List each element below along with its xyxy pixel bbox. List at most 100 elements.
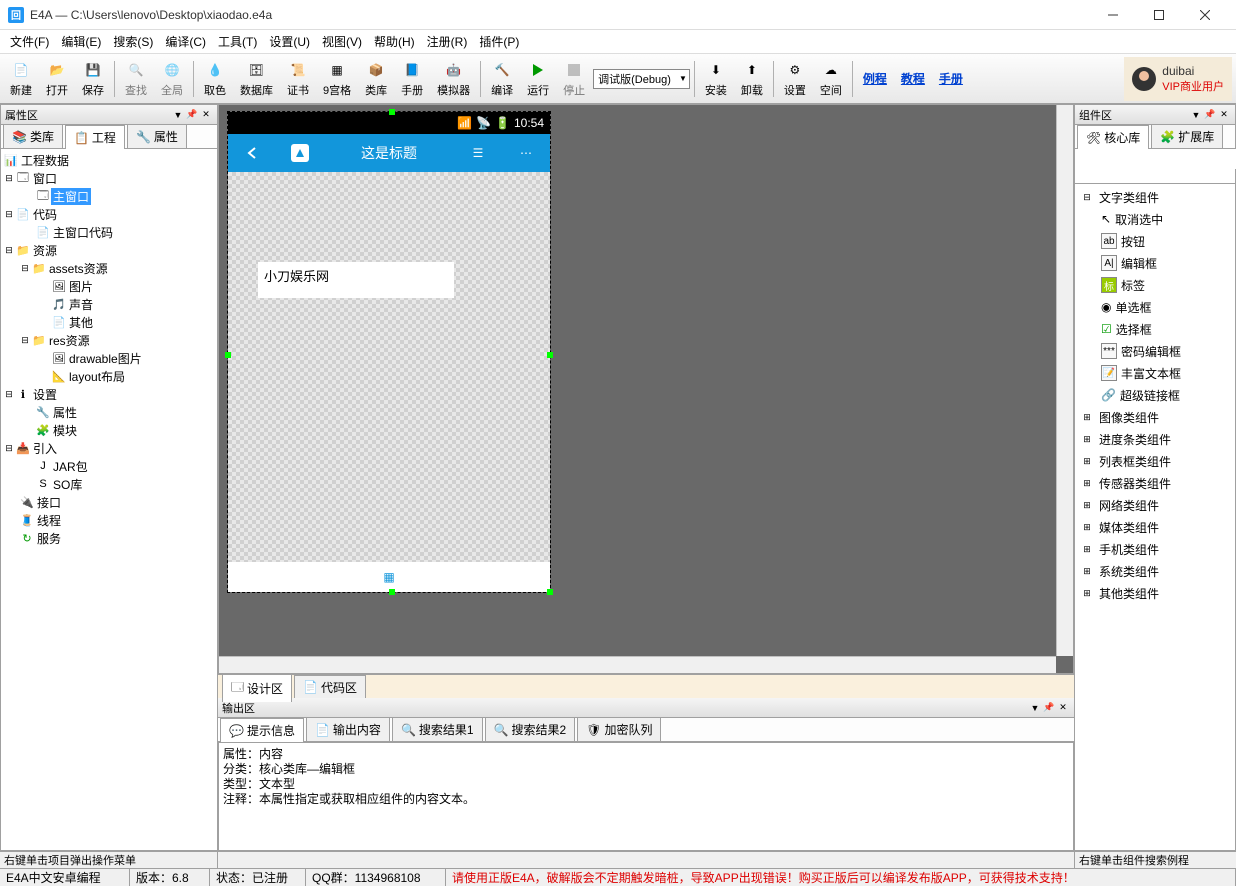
- user-box[interactable]: duibai VIP商业用户: [1124, 57, 1232, 101]
- comp-password[interactable]: ***密码编辑框: [1077, 340, 1233, 362]
- comp-button[interactable]: ab按钮: [1077, 230, 1233, 252]
- tab-search2[interactable]: 🔍搜索结果2: [485, 717, 576, 741]
- compile-button[interactable]: 🔨编译: [485, 57, 519, 101]
- project-tree[interactable]: 📊工程数据 ⊟🗔窗口 🗔主窗口 ⊟📄代码 📄主窗口代码 ⊟📁资源 ⊟📁asset…: [1, 149, 217, 850]
- output-line: 属性：内容: [223, 747, 1069, 762]
- comp-radio[interactable]: ◉单选框: [1077, 296, 1233, 318]
- menu-help[interactable]: 帮助(H): [368, 31, 421, 52]
- classlib-button[interactable]: 📦类库: [359, 57, 393, 101]
- tab-hint[interactable]: 💬提示信息: [220, 718, 304, 742]
- richtext-icon: 📝: [1101, 365, 1117, 381]
- phone-preview[interactable]: 📶 📡 🔋 10:54 这是标题 ☰ ⋯ 小刀娱乐网 ▦: [227, 111, 551, 593]
- tutorial-link[interactable]: 教程: [895, 70, 931, 87]
- pin-icon[interactable]: 📌: [185, 108, 199, 122]
- run-button[interactable]: 运行: [521, 57, 555, 101]
- output-body[interactable]: 属性：内容 分类：核心类库—编辑框 类型：文本型 注释：本属性指定或获取相应组件…: [218, 742, 1074, 851]
- close-icon[interactable]: ✕: [1056, 701, 1070, 715]
- comp-checkbox[interactable]: ☑选择框: [1077, 318, 1233, 340]
- comp-label[interactable]: 标标签: [1077, 274, 1233, 296]
- space-button[interactable]: ☁空间: [814, 57, 848, 101]
- tab-code[interactable]: 📄代码区: [294, 675, 366, 699]
- list-icon[interactable]: ☰: [454, 134, 502, 172]
- close-button[interactable]: [1182, 0, 1228, 30]
- ninegrid-button[interactable]: ▦9宫格: [317, 57, 357, 101]
- close-icon[interactable]: ✕: [1217, 108, 1231, 122]
- tab-output[interactable]: 📄输出内容: [306, 717, 390, 741]
- button-icon: ab: [1101, 233, 1117, 249]
- menu-tools[interactable]: 工具(T): [212, 31, 263, 52]
- find-button[interactable]: 🔍查找: [119, 57, 153, 101]
- scrollbar-vertical[interactable]: [1056, 105, 1073, 656]
- comp-deselect[interactable]: ↖取消选中: [1077, 208, 1233, 230]
- install-button[interactable]: ⬇安装: [699, 57, 733, 101]
- menu-edit[interactable]: 编辑(E): [55, 31, 107, 52]
- logo-icon[interactable]: [276, 134, 324, 172]
- left-panel-title: 属性区: [5, 107, 171, 123]
- app-icon: 回: [8, 7, 24, 23]
- dropdown-icon[interactable]: ▼: [171, 108, 185, 122]
- stop-button[interactable]: 停止: [557, 57, 591, 101]
- menu-register[interactable]: 注册(R): [421, 31, 474, 52]
- dropdown-icon[interactable]: ▼: [1189, 108, 1203, 122]
- tree-main-window[interactable]: 主窗口: [51, 188, 91, 205]
- grid-icon: ▦: [327, 60, 347, 80]
- left-panel: 属性区 ▼ 📌 ✕ 📚类库 📋工程 🔧属性 📊工程数据 ⊟🗔窗口 🗔主窗口 ⊟📄…: [0, 104, 218, 851]
- findall-button[interactable]: 🌐全局: [155, 57, 189, 101]
- database-button[interactable]: 🗄数据库: [234, 57, 279, 101]
- menu-plugin[interactable]: 插件(P): [473, 31, 525, 52]
- label-icon: 标: [1101, 277, 1117, 293]
- battery-icon: 🔋: [495, 116, 510, 130]
- comp-richtext[interactable]: 📝丰富文本框: [1077, 362, 1233, 384]
- dropdown-icon[interactable]: ▼: [1028, 701, 1042, 715]
- search-icon: 🔍: [126, 60, 146, 80]
- check-icon: ☑: [1101, 322, 1112, 336]
- menu-file[interactable]: 文件(F): [4, 31, 55, 52]
- apps-icon[interactable]: ▦: [383, 570, 394, 584]
- colorpicker-button[interactable]: 💧取色: [198, 57, 232, 101]
- emulator-button[interactable]: 🤖模拟器: [431, 57, 476, 101]
- user-name: duibai: [1162, 64, 1224, 78]
- design-canvas[interactable]: 📶 📡 🔋 10:54 这是标题 ☰ ⋯ 小刀娱乐网 ▦: [218, 104, 1074, 674]
- tab-properties[interactable]: 🔧属性: [127, 124, 187, 148]
- tab-project[interactable]: 📋工程: [65, 125, 125, 149]
- tab-search1[interactable]: 🔍搜索结果1: [392, 717, 483, 741]
- globe-icon: 🌐: [162, 60, 182, 80]
- save-button[interactable]: 💾保存: [76, 57, 110, 101]
- editbox-component[interactable]: 小刀娱乐网: [258, 262, 454, 298]
- component-list[interactable]: ⊟文字类组件 ↖取消选中 ab按钮 A|编辑框 标标签 ◉单选框 ☑选择框 **…: [1075, 184, 1235, 850]
- new-button[interactable]: 📄新建: [4, 57, 38, 101]
- open-button[interactable]: 📂打开: [40, 57, 74, 101]
- cert-button[interactable]: 📜证书: [281, 57, 315, 101]
- status-qq: QQ群：1134968108: [306, 869, 446, 886]
- tab-encrypt[interactable]: 🛡加密队列: [577, 717, 661, 741]
- back-icon[interactable]: [228, 134, 276, 172]
- comp-editbox[interactable]: A|编辑框: [1077, 252, 1233, 274]
- tab-classlib[interactable]: 📚类库: [3, 124, 63, 148]
- scrollbar-horizontal[interactable]: [219, 656, 1056, 673]
- maximize-button[interactable]: [1136, 0, 1182, 30]
- build-type-dropdown[interactable]: 调试版(Debug): [593, 69, 690, 89]
- new-icon: 📄: [11, 60, 31, 80]
- settings-button[interactable]: ⚙设置: [778, 57, 812, 101]
- minimize-button[interactable]: [1090, 0, 1136, 30]
- right-panel-title: 组件区: [1079, 107, 1189, 123]
- menu-settings[interactable]: 设置(U): [263, 31, 316, 52]
- tab-design[interactable]: 🗔设计区: [222, 674, 292, 702]
- menu-compile[interactable]: 编译(C): [159, 31, 212, 52]
- tab-extlib[interactable]: 🧩扩展库: [1151, 124, 1223, 148]
- menu-view[interactable]: 视图(V): [316, 31, 368, 52]
- component-search-input[interactable]: [1075, 149, 1236, 169]
- tab-corelib[interactable]: 🛠核心库: [1077, 125, 1149, 149]
- pin-icon[interactable]: 📌: [1203, 108, 1217, 122]
- more-icon[interactable]: ⋯: [502, 134, 550, 172]
- manual-link[interactable]: 手册: [933, 70, 969, 87]
- comp-hyperlink[interactable]: 🔗超级链接框: [1077, 384, 1233, 406]
- examples-link[interactable]: 例程: [857, 70, 893, 87]
- pin-icon[interactable]: 📌: [1042, 701, 1056, 715]
- close-icon[interactable]: ✕: [199, 108, 213, 122]
- cursor-icon: ↖: [1101, 212, 1111, 226]
- menu-search[interactable]: 搜索(S): [107, 31, 159, 52]
- manual-button[interactable]: 📘手册: [395, 57, 429, 101]
- toolbar: 📄新建 📂打开 💾保存 🔍查找 🌐全局 💧取色 🗄数据库 📜证书 ▦9宫格 📦类…: [0, 54, 1236, 104]
- uninstall-button[interactable]: ⬆卸载: [735, 57, 769, 101]
